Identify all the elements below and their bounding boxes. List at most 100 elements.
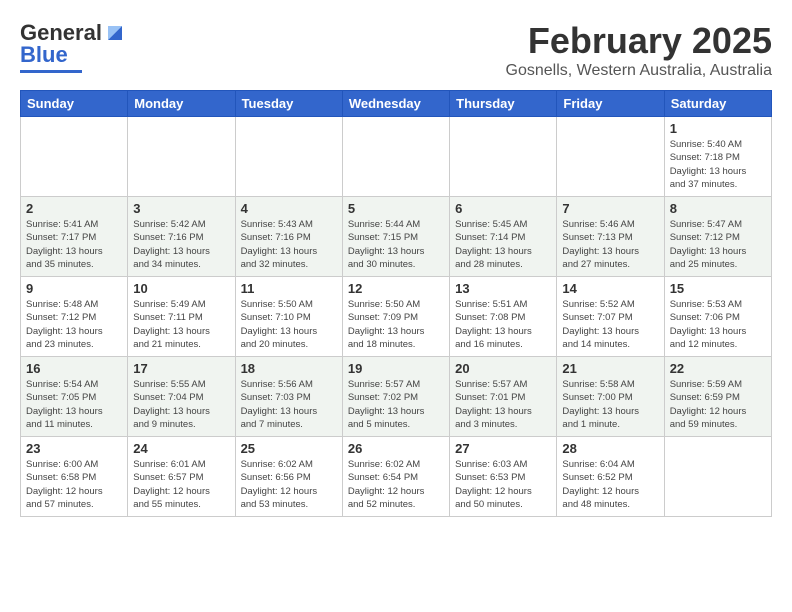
day-number: 4 [241,201,337,216]
day-number: 2 [26,201,122,216]
day-info: Sunrise: 5:50 AMSunset: 7:09 PMDaylight:… [348,298,444,351]
calendar-cell: 15Sunrise: 5:53 AMSunset: 7:06 PMDayligh… [664,277,771,357]
logo: General Blue [20,20,126,73]
day-info: Sunrise: 5:57 AMSunset: 7:01 PMDaylight:… [455,378,551,431]
day-number: 13 [455,281,551,296]
calendar-week-row: 9 Sunrise: 5:48 AMSunset: 7:12 PMDaylight… [21,277,772,357]
day-info: Sunrise: 6:02 AMSunset: 6:54 PMDaylight:… [348,458,444,511]
calendar-cell [557,117,664,197]
col-sunday: Sunday [21,91,128,117]
calendar-cell: 1 Sunrise: 5:40 AMSunset: 7:18 PMDaylight… [664,117,771,197]
day-number: 21 [562,361,658,376]
calendar-cell: 25Sunrise: 6:02 AMSunset: 6:56 PMDayligh… [235,437,342,517]
calendar-cell: 8 Sunrise: 5:47 AMSunset: 7:12 PMDaylight… [664,197,771,277]
day-info: Sunrise: 5:42 AMSunset: 7:16 PMDaylight:… [133,218,229,271]
calendar-week-row: 23Sunrise: 6:00 AMSunset: 6:58 PMDayligh… [21,437,772,517]
day-number: 18 [241,361,337,376]
calendar-cell: 28 Sunrise: 6:04 AMSunset: 6:52 PMDayligh… [557,437,664,517]
day-number: 19 [348,361,444,376]
day-number: 5 [348,201,444,216]
day-info: Sunrise: 5:56 AMSunset: 7:03 PMDaylight:… [241,378,337,431]
calendar-cell: 11 Sunrise: 5:50 AMSunset: 7:10 PMDayligh… [235,277,342,357]
calendar-cell [235,117,342,197]
day-info: Sunrise: 5:52 AMSunset: 7:07 PMDaylight:… [562,298,658,351]
day-number: 22 [670,361,766,376]
day-info: Sunrise: 5:45 AMSunset: 7:14 PMDaylight:… [455,218,551,271]
day-number: 20 [455,361,551,376]
day-number: 6 [455,201,551,216]
title-section: February 2025 Gosnells, Western Australi… [506,20,773,80]
calendar-cell: 4 Sunrise: 5:43 AMSunset: 7:16 PMDaylight… [235,197,342,277]
calendar-cell: 2 Sunrise: 5:41 AMSunset: 7:17 PMDaylight… [21,197,128,277]
calendar-cell: 19 Sunrise: 5:57 AMSunset: 7:02 PMDayligh… [342,357,449,437]
calendar-cell: 24 Sunrise: 6:01 AMSunset: 6:57 PMDayligh… [128,437,235,517]
col-wednesday: Wednesday [342,91,449,117]
calendar-week-row: 2 Sunrise: 5:41 AMSunset: 7:17 PMDaylight… [21,197,772,277]
day-number: 9 [26,281,122,296]
calendar-cell [21,117,128,197]
calendar-cell: 6 Sunrise: 5:45 AMSunset: 7:14 PMDaylight… [450,197,557,277]
col-tuesday: Tuesday [235,91,342,117]
calendar-cell: 17 Sunrise: 5:55 AMSunset: 7:04 PMDayligh… [128,357,235,437]
day-info: Sunrise: 5:46 AMSunset: 7:13 PMDaylight:… [562,218,658,271]
calendar-title: February 2025 [506,20,773,62]
day-info: Sunrise: 5:40 AMSunset: 7:18 PMDaylight:… [670,138,766,191]
day-number: 14 [562,281,658,296]
calendar-cell: 23Sunrise: 6:00 AMSunset: 6:58 PMDayligh… [21,437,128,517]
day-number: 12 [348,281,444,296]
calendar-cell: 13 Sunrise: 5:51 AMSunset: 7:08 PMDayligh… [450,277,557,357]
day-number: 7 [562,201,658,216]
day-number: 3 [133,201,229,216]
logo-underline [20,70,82,73]
calendar-week-row: 1 Sunrise: 5:40 AMSunset: 7:18 PMDaylight… [21,117,772,197]
day-info: Sunrise: 6:03 AMSunset: 6:53 PMDaylight:… [455,458,551,511]
day-info: Sunrise: 5:58 AMSunset: 7:00 PMDaylight:… [562,378,658,431]
day-info: Sunrise: 5:57 AMSunset: 7:02 PMDaylight:… [348,378,444,431]
day-number: 1 [670,121,766,136]
col-friday: Friday [557,91,664,117]
calendar-cell: 5 Sunrise: 5:44 AMSunset: 7:15 PMDaylight… [342,197,449,277]
calendar-cell: 22 Sunrise: 5:59 AMSunset: 6:59 PMDayligh… [664,357,771,437]
day-info: Sunrise: 5:55 AMSunset: 7:04 PMDaylight:… [133,378,229,431]
day-info: Sunrise: 5:51 AMSunset: 7:08 PMDaylight:… [455,298,551,351]
calendar-cell [664,437,771,517]
col-saturday: Saturday [664,91,771,117]
day-info: Sunrise: 5:41 AMSunset: 7:17 PMDaylight:… [26,218,122,271]
day-info: Sunrise: 6:02 AMSunset: 6:56 PMDaylight:… [241,458,337,511]
day-info: Sunrise: 5:48 AMSunset: 7:12 PMDaylight:… [26,298,122,351]
calendar-cell: 10Sunrise: 5:49 AMSunset: 7:11 PMDayligh… [128,277,235,357]
day-number: 16 [26,361,122,376]
day-number: 26 [348,441,444,456]
calendar-cell: 21 Sunrise: 5:58 AMSunset: 7:00 PMDayligh… [557,357,664,437]
calendar-cell: 3 Sunrise: 5:42 AMSunset: 7:16 PMDaylight… [128,197,235,277]
day-info: Sunrise: 5:50 AMSunset: 7:10 PMDaylight:… [241,298,337,351]
calendar-cell: 26 Sunrise: 6:02 AMSunset: 6:54 PMDayligh… [342,437,449,517]
calendar-subtitle: Gosnells, Western Australia, Australia [506,62,773,80]
col-thursday: Thursday [450,91,557,117]
calendar-cell [342,117,449,197]
logo-blue: Blue [20,42,68,68]
calendar-cell [450,117,557,197]
day-number: 27 [455,441,551,456]
day-info: Sunrise: 5:54 AMSunset: 7:05 PMDaylight:… [26,378,122,431]
calendar-week-row: 16 Sunrise: 5:54 AMSunset: 7:05 PMDayligh… [21,357,772,437]
calendar-cell: 7 Sunrise: 5:46 AMSunset: 7:13 PMDaylight… [557,197,664,277]
calendar-table: Sunday Monday Tuesday Wednesday Thursday… [20,90,772,517]
day-info: Sunrise: 5:53 AMSunset: 7:06 PMDaylight:… [670,298,766,351]
day-info: Sunrise: 5:59 AMSunset: 6:59 PMDaylight:… [670,378,766,431]
col-monday: Monday [128,91,235,117]
day-number: 17 [133,361,229,376]
day-number: 8 [670,201,766,216]
day-info: Sunrise: 5:43 AMSunset: 7:16 PMDaylight:… [241,218,337,271]
day-info: Sunrise: 6:01 AMSunset: 6:57 PMDaylight:… [133,458,229,511]
calendar-cell: 20 Sunrise: 5:57 AMSunset: 7:01 PMDayligh… [450,357,557,437]
calendar-cell: 12 Sunrise: 5:50 AMSunset: 7:09 PMDayligh… [342,277,449,357]
header: General Blue February 2025 Gosnells, Wes… [20,20,772,80]
day-info: Sunrise: 5:44 AMSunset: 7:15 PMDaylight:… [348,218,444,271]
day-info: Sunrise: 5:47 AMSunset: 7:12 PMDaylight:… [670,218,766,271]
day-number: 28 [562,441,658,456]
day-number: 24 [133,441,229,456]
day-info: Sunrise: 6:04 AMSunset: 6:52 PMDaylight:… [562,458,658,511]
day-number: 11 [241,281,337,296]
calendar-cell: 18 Sunrise: 5:56 AMSunset: 7:03 PMDayligh… [235,357,342,437]
